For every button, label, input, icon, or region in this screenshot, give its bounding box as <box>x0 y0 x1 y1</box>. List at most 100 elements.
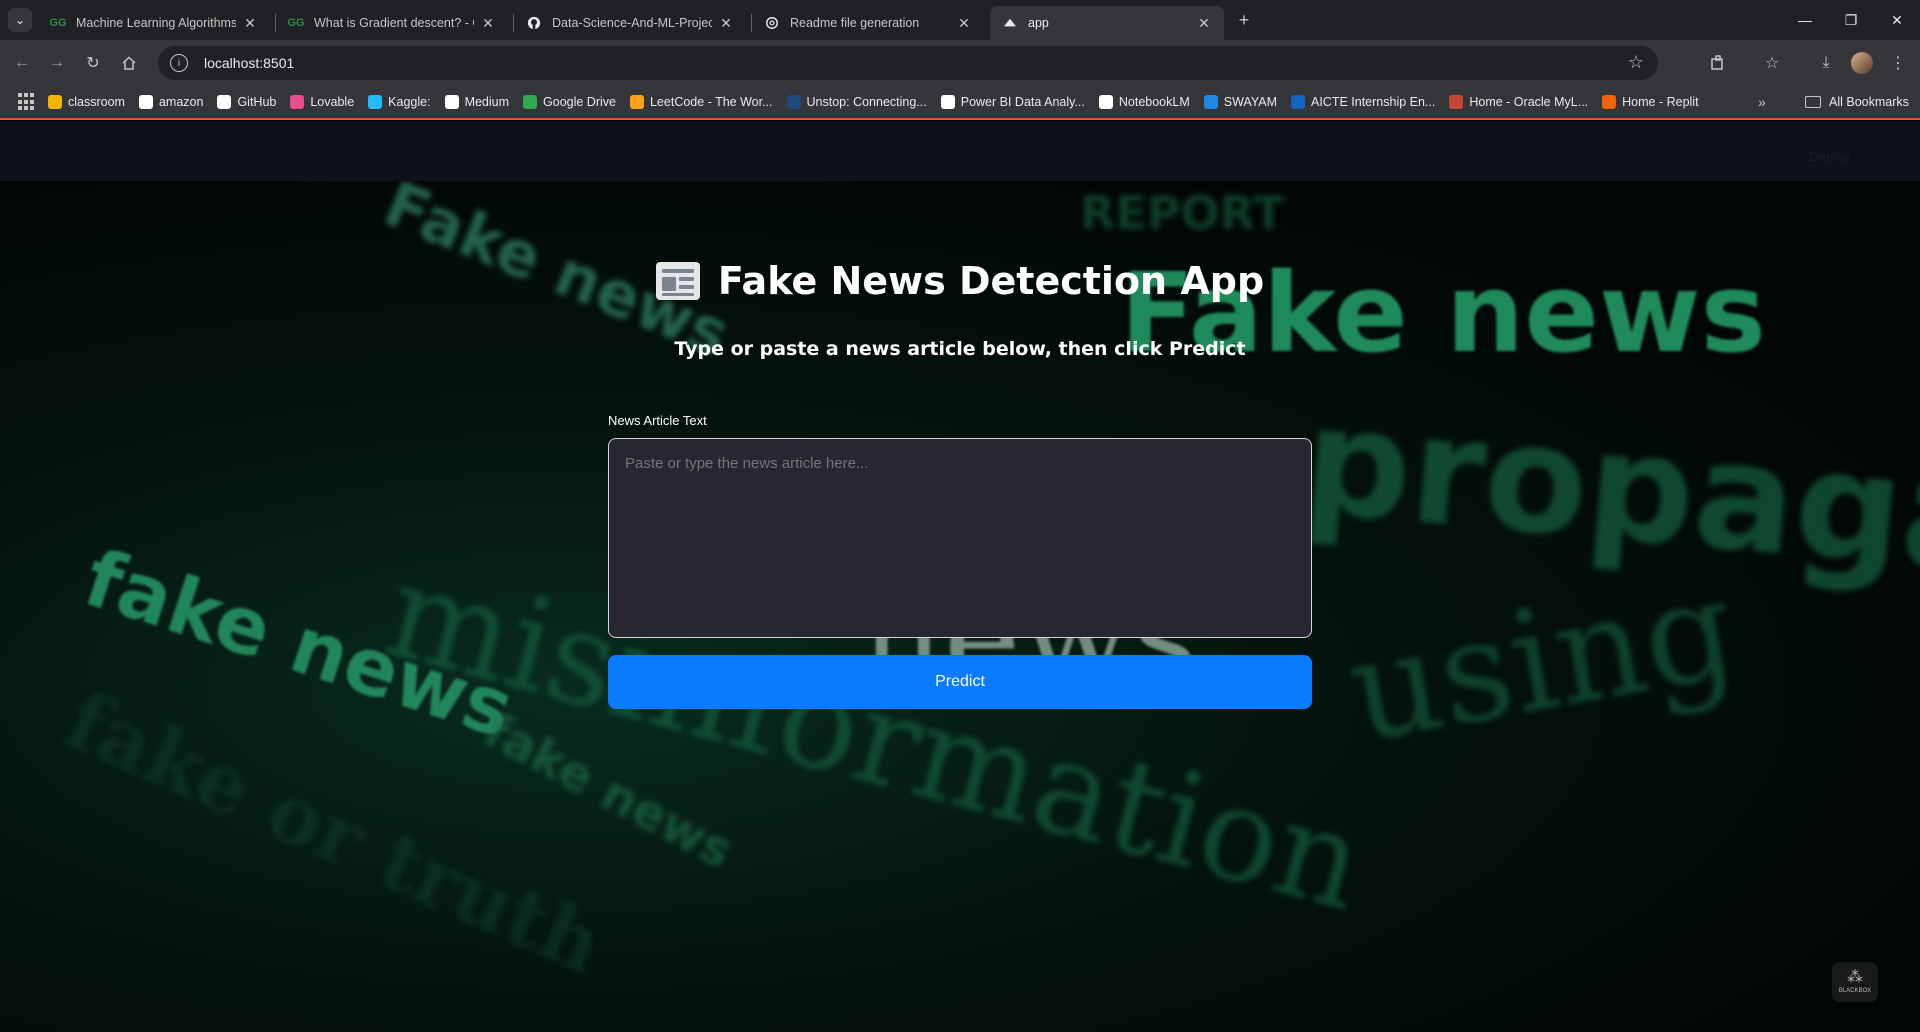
bookmark-favicon-icon <box>1203 95 1218 109</box>
extensions-button[interactable] <box>1704 49 1732 77</box>
site-info-icon[interactable]: i <box>170 54 188 72</box>
bookmark-item[interactable]: NotebookLM <box>1098 95 1190 109</box>
deploy-button[interactable]: Deploy <box>1810 149 1850 164</box>
download-icon: ⤓ <box>1822 54 1830 71</box>
bookmark-favicon-icon <box>1291 95 1305 109</box>
reload-icon: ↻ <box>86 55 100 72</box>
close-tab-icon[interactable]: ✕ <box>956 15 972 32</box>
all-bookmarks-button[interactable]: All Bookmarks <box>1805 95 1909 109</box>
gfg-icon: GG <box>287 17 305 29</box>
bookmark-label: Lovable <box>310 95 355 109</box>
bookmark-label: amazon <box>158 95 204 109</box>
close-tab-icon[interactable]: ✕ <box>242 15 258 32</box>
bookmark-favicon-icon <box>629 95 644 109</box>
profile-avatar[interactable] <box>1851 52 1873 74</box>
minimize-button[interactable]: — <box>1782 0 1828 40</box>
tab-title: Machine Learning Algorithms - <box>76 16 236 30</box>
new-tab-button[interactable]: + <box>1232 8 1256 32</box>
restore-button[interactable]: ❐ <box>1828 0 1874 40</box>
star-list-icon: ☆ <box>1764 55 1780 72</box>
streamlit-icon <box>1002 15 1018 31</box>
blackbox-icon: ⁂ <box>1847 969 1863 986</box>
bookmark-favicon-icon <box>786 95 801 109</box>
home-button[interactable] <box>115 49 143 77</box>
tab-title: Data-Science-And-ML-Projects <box>552 16 712 30</box>
bookmark-favicon-icon <box>1098 95 1113 109</box>
bookmark-item[interactable]: Home - Replit <box>1602 95 1699 109</box>
bookmark-item[interactable]: Google Drive <box>523 95 616 109</box>
bookmark-item[interactable]: classroom <box>48 95 125 109</box>
bookmark-item[interactable]: Medium <box>444 95 510 109</box>
tab-title: app <box>1028 16 1049 30</box>
tab-ml-algorithms[interactable]: GG Machine Learning Algorithms - ✕ <box>38 6 270 40</box>
bookmark-item[interactable]: GitHub <box>217 95 276 109</box>
back-arrow-icon: ← <box>14 54 30 71</box>
home-icon <box>122 56 136 70</box>
folder-icon <box>1805 96 1821 108</box>
bookmark-label: Medium <box>464 95 510 109</box>
address-bar[interactable]: i localhost:8501 ☆ <box>158 46 1658 80</box>
back-button[interactable]: ← <box>8 49 36 77</box>
chatgpt-icon <box>764 15 780 31</box>
news-article-input[interactable] <box>608 438 1312 638</box>
minimize-icon: — <box>1798 12 1812 28</box>
bookmark-item[interactable]: amazon <box>138 95 204 109</box>
plus-icon: + <box>1238 9 1250 30</box>
tab-app[interactable]: app ✕ <box>990 6 1224 40</box>
bookmark-star-icon[interactable]: ☆ <box>1628 52 1644 73</box>
bookmark-label: Kaggle: <box>388 95 431 109</box>
apps-grid-icon[interactable] <box>18 93 36 111</box>
bookmark-favicon-icon <box>444 95 459 109</box>
bookmark-label: NotebookLM <box>1118 95 1190 109</box>
kebab-menu-icon[interactable]: ⋮ <box>1872 147 1886 164</box>
predict-button[interactable]: Predict <box>608 655 1312 709</box>
blackbox-widget[interactable]: ⁂ BLACKBOX <box>1832 962 1878 1002</box>
more-bookmarks-icon[interactable]: » <box>1758 94 1766 110</box>
bookmark-label: SWAYAM <box>1223 95 1277 109</box>
tab-readme-generation[interactable]: Readme file generation ✕ <box>752 6 984 40</box>
bookmark-favicon-icon <box>290 95 305 109</box>
github-icon <box>526 15 542 31</box>
bookmark-label: classroom <box>68 95 125 109</box>
bookmark-item[interactable]: Power BI Data Analy... <box>940 95 1085 109</box>
bookmark-item[interactable]: Unstop: Connecting... <box>786 95 927 109</box>
bookmark-item[interactable]: LeetCode - The Wor... <box>629 95 773 109</box>
reload-button[interactable]: ↻ <box>79 49 107 77</box>
bookmark-favicon-icon <box>1449 95 1464 109</box>
browser-toolbar: ← → ↻ i localhost:8501 ☆ ☆ ⤓ ⋮ <box>0 40 1920 86</box>
bookmark-label: Home - Replit <box>1622 95 1699 109</box>
bookmark-favicon-icon <box>940 95 955 109</box>
bookmark-item[interactable]: Kaggle: <box>368 95 431 109</box>
kebab-menu-icon: ⋮ <box>1890 55 1906 72</box>
close-window-button[interactable]: ✕ <box>1874 0 1920 40</box>
tab-title: What is Gradient descent? - Ge <box>314 16 474 30</box>
bookmark-item[interactable]: AICTE Internship En... <box>1291 95 1435 109</box>
bookmark-item[interactable]: Home - Oracle MyL... <box>1449 95 1588 109</box>
bookmark-label: LeetCode - The Wor... <box>649 95 773 109</box>
chevron-down-icon: ⌄ <box>14 13 26 27</box>
bookmark-label: Unstop: Connecting... <box>806 95 927 109</box>
title-row: Fake News Detection App <box>608 259 1312 303</box>
tab-strip: ⌄ GG Machine Learning Algorithms - ✕ GG … <box>0 0 1920 40</box>
downloads-button[interactable]: ⤓ <box>1812 49 1840 77</box>
bookmarks-button[interactable]: ☆ <box>1758 49 1786 77</box>
close-tab-icon[interactable]: ✕ <box>718 15 734 32</box>
forward-button[interactable]: → <box>43 49 71 77</box>
streamlit-header: Deploy ⋮ <box>0 121 1920 181</box>
bookmarks-bar: classroom amazon GitHub Lovable Kaggle: Mediu… <box>0 86 1920 120</box>
browser-menu-button[interactable]: ⋮ <box>1884 49 1912 77</box>
bookmark-label: Google Drive <box>543 95 616 109</box>
bookmark-item[interactable]: SWAYAM <box>1203 95 1277 109</box>
close-icon: ✕ <box>1891 11 1903 28</box>
tab-search-button[interactable]: ⌄ <box>8 8 32 32</box>
bookmark-item[interactable]: Lovable <box>290 95 354 109</box>
tab-github-projects[interactable]: Data-Science-And-ML-Projects ✕ <box>514 6 746 40</box>
close-tab-icon[interactable]: ✕ <box>480 15 496 32</box>
page-subtitle: Type or paste a news article below, then… <box>674 338 1246 360</box>
forward-arrow-icon: → <box>49 54 65 71</box>
close-tab-icon[interactable]: ✕ <box>1196 15 1212 32</box>
bookmark-label: Power BI Data Analy... <box>960 95 1085 109</box>
bookmark-favicon-icon <box>523 95 538 109</box>
tab-gradient-descent[interactable]: GG What is Gradient descent? - Ge ✕ <box>276 6 508 40</box>
bookmark-favicon-icon <box>138 95 153 109</box>
